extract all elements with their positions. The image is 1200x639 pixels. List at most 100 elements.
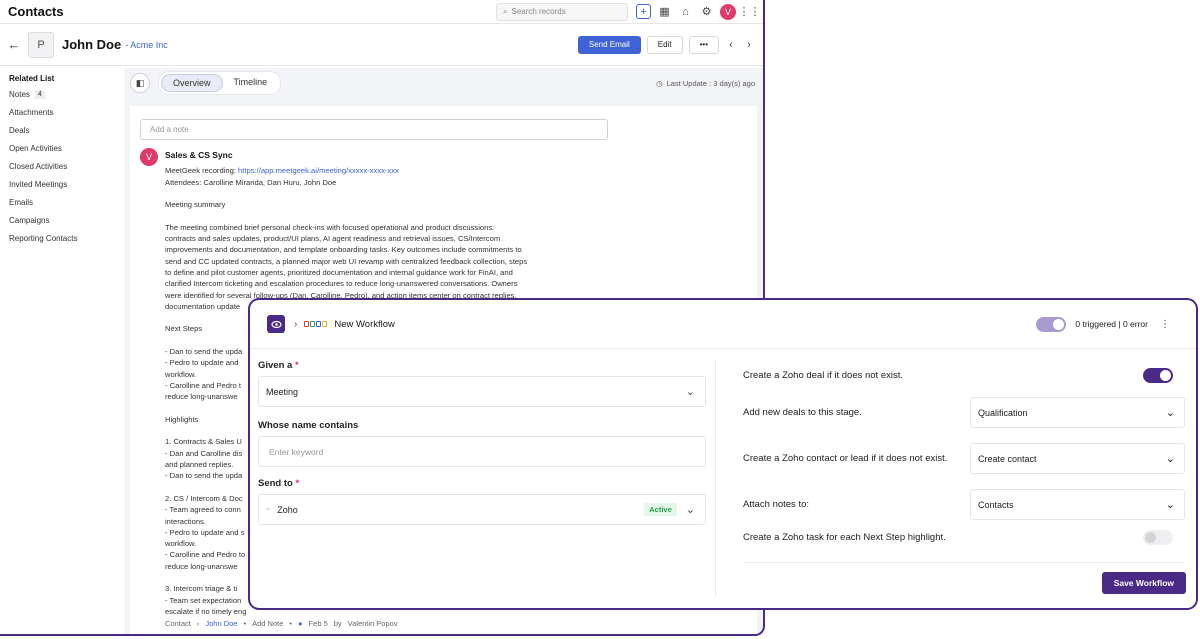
create-deal-toggle[interactable] <box>1143 368 1173 383</box>
create-task-row: Create a Zoho task for each Next Step hi… <box>743 526 1185 548</box>
deal-stage-label: Add new deals to this stage. <box>743 407 862 418</box>
create-contact-label: Create a Zoho contact or lead if it does… <box>743 453 948 464</box>
edit-button[interactable]: Edit <box>646 35 683 54</box>
given-value: Meeting <box>266 386 299 397</box>
create-contact-value: Create contact <box>978 453 1037 464</box>
panel-toggle-icon[interactable]: ◧ <box>130 73 150 93</box>
search-input[interactable]: ⌕ Search records <box>496 2 628 21</box>
view-tabs: Overview Timeline <box>158 71 282 95</box>
sidebar-item-emails[interactable]: Emails <box>0 194 124 212</box>
meetgeek-logo-icon <box>267 315 285 333</box>
create-deal-row: Create a Zoho deal if it does not exist. <box>743 360 1185 391</box>
create-task-toggle[interactable] <box>1143 529 1173 545</box>
tab-bar: ◧ Overview Timeline ◷ Last Update : 3 da… <box>124 68 763 98</box>
zoho-logo-icon <box>304 321 328 327</box>
footer-divider <box>743 562 1185 563</box>
trigger-config: Given a * Meeting ⌄ Whose name contains … <box>258 360 706 538</box>
sidebar-item-label: Emails <box>9 198 34 207</box>
deal-stage-value: Qualification <box>978 407 1028 418</box>
sidebar-item-notes[interactable]: Notes 4 <box>0 86 124 104</box>
sidebar-item-attachments[interactable]: Attachments <box>0 104 124 122</box>
note-line: send and CC updated contracts, a planned… <box>165 256 528 266</box>
summary-heading: Meeting summary <box>165 200 226 210</box>
chevron-down-icon: ⌄ <box>1165 407 1175 419</box>
given-select[interactable]: Meeting ⌄ <box>258 376 706 407</box>
sidebar-item-campaigns[interactable]: Campaigns <box>0 212 124 230</box>
sidebar-item-reporting-contacts[interactable]: Reporting Contacts <box>0 230 124 248</box>
prev-record-icon[interactable]: ‹ <box>725 39 737 51</box>
related-list-title: Related List <box>9 74 55 83</box>
deal-stage-select[interactable]: Qualification ⌄ <box>970 397 1185 428</box>
kebab-menu-icon[interactable]: ⋮ <box>1160 319 1170 330</box>
record-name: John Doe <box>62 37 122 52</box>
note-title: Sales & CS Sync <box>165 150 233 160</box>
record-header: ← P John Doe - Acme Inc Send Email Edit … <box>0 24 763 66</box>
more-button[interactable]: ••• <box>688 35 719 54</box>
footer-record-link[interactable]: John Doe <box>205 619 237 628</box>
footer-by: by <box>333 619 342 628</box>
apps-grid-icon[interactable]: ⋮⋮ <box>739 4 761 19</box>
note-line: clarified Intercom ticketing and escalat… <box>165 279 518 289</box>
active-badge: Active <box>644 503 677 516</box>
note-line: contracts and sales updates, product/UI … <box>165 234 501 244</box>
workflow-status: 0 triggered | 0 error <box>1075 319 1148 329</box>
attach-notes-label: Attach notes to: <box>743 499 810 510</box>
last-update: ◷ Last Update : 3 day(s) ago <box>656 79 763 88</box>
related-list-sidebar: Related List Notes 4 Attachments Deals O… <box>0 68 124 634</box>
deal-stage-row: Add new deals to this stage. Qualificati… <box>743 397 1185 428</box>
sidebar-item-invited-meetings[interactable]: Invited Meetings <box>0 176 124 194</box>
app-title: Contacts <box>8 4 64 19</box>
sidebar-item-deals[interactable]: Deals <box>0 122 124 140</box>
top-bar: Contacts ⌕ Search records + ▦ ⌂ ⚙ V ⋮⋮ <box>0 0 763 24</box>
attach-notes-select[interactable]: Contacts ⌄ <box>970 489 1185 520</box>
next-record-icon[interactable]: › <box>743 39 755 51</box>
sidebar-item-label: Invited Meetings <box>9 180 68 189</box>
gear-icon[interactable]: ⚙ <box>699 4 714 19</box>
zoho-actions-config: Create a Zoho deal if it does not exist.… <box>743 360 1185 548</box>
sidebar-item-open-activities[interactable]: Open Activities <box>0 140 124 158</box>
sidebar-item-label: Campaigns <box>9 216 50 225</box>
add-note-input[interactable]: Add a note <box>140 119 608 140</box>
send-to-select[interactable]: ▫▫ Zoho Active ⌄ <box>258 494 706 525</box>
tab-timeline[interactable]: Timeline <box>223 74 279 92</box>
given-label: Given a * <box>258 360 299 371</box>
chevron-right-icon: › <box>294 318 298 330</box>
note-line: to define and pilot customer agents, pri… <box>165 267 513 277</box>
user-avatar[interactable]: V <box>720 3 736 20</box>
record-company-link[interactable]: - Acme Inc <box>125 40 168 50</box>
zoho-mini-icon: ▫▫ <box>266 506 271 513</box>
note-author-avatar: V <box>140 148 158 166</box>
create-deal-label: Create a Zoho deal if it does not exist. <box>743 370 904 381</box>
attach-notes-row: Attach notes to: Contacts ⌄ <box>743 489 1185 520</box>
back-arrow-icon[interactable]: ← <box>0 37 28 52</box>
note-line: The meeting combined brief personal chec… <box>165 222 495 232</box>
sidebar-item-label: Notes <box>9 90 30 99</box>
tab-overview[interactable]: Overview <box>161 74 223 92</box>
note-line: improvements and documentation, and temp… <box>165 245 522 255</box>
recording-label: MeetGeek recording: <box>165 166 239 176</box>
workflow-enable-toggle[interactable] <box>1036 316 1067 332</box>
clock-icon: ◷ <box>656 78 663 88</box>
send-email-button[interactable]: Send Email <box>577 35 641 54</box>
chevron-down-icon: ⌄ <box>685 386 695 398</box>
workflow-status-area: 0 triggered | 0 error ⋮ <box>1036 316 1196 332</box>
sidebar-item-closed-activities[interactable]: Closed Activities <box>0 158 124 176</box>
recording-link[interactable]: https://app.meetgeek.ai/meeting/xxxxx-xx… <box>238 166 399 175</box>
create-contact-select[interactable]: Create contact ⌄ <box>970 443 1185 474</box>
recording-line: MeetGeek recording: https://app.meetgeek… <box>165 165 565 176</box>
search-icon: ⌕ <box>503 6 508 16</box>
keyword-placeholder: Enter keyword <box>269 446 324 457</box>
footer-date: Feb 5 <box>308 619 328 628</box>
sidebar-item-label: Open Activities <box>9 144 62 153</box>
workflow-header: › New Workflow 0 triggered | 0 error ⋮ <box>250 300 1196 349</box>
record-avatar: P <box>28 31 54 58</box>
save-workflow-button[interactable]: Save Workflow <box>1101 572 1186 594</box>
note-footer: Contact › John Doe • Add Note • ● Feb 5 … <box>165 619 398 628</box>
keyword-input[interactable]: Enter keyword <box>258 436 706 467</box>
add-icon[interactable]: + <box>636 4 651 19</box>
search-placeholder: Search records <box>511 7 566 16</box>
footer-add-note[interactable]: Add Note <box>252 619 283 628</box>
calendar-icon[interactable]: ▦ <box>657 4 672 19</box>
store-icon[interactable]: ⌂ <box>678 4 693 19</box>
column-divider <box>715 360 716 598</box>
